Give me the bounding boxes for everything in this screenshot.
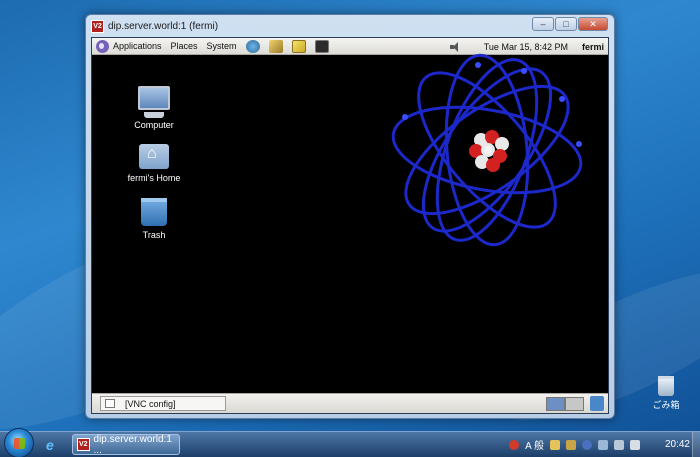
neutron: [495, 137, 509, 151]
desktop-icon-recycle-bin[interactable]: ごみ箱: [646, 376, 686, 411]
trash-icon: [141, 198, 167, 226]
desktop-icon-label: Trash: [142, 230, 166, 240]
home-folder-icon: [139, 144, 169, 169]
close-button[interactable]: ✕: [578, 17, 608, 31]
maximize-button[interactable]: □: [555, 17, 577, 31]
desktop-icon-home[interactable]: fermi's Home: [114, 144, 194, 183]
taskbar-button-vnc[interactable]: V2 dip.server.world:1 ...: [72, 433, 180, 456]
workspace-2[interactable]: [565, 397, 584, 411]
nucleus-highlight: [484, 146, 492, 154]
window-title: dip.server.world:1 (fermi): [108, 20, 219, 32]
electron: [521, 68, 527, 74]
vnc-app-icon: V2: [77, 438, 90, 451]
system-tray: A 般: [509, 437, 640, 452]
workspace-1[interactable]: [546, 397, 565, 411]
proton: [486, 158, 500, 172]
desktop-icon-trash[interactable]: Trash: [114, 198, 194, 240]
task-label: [VNC config]: [125, 398, 176, 409]
host-clock[interactable]: 20:42: [665, 439, 690, 450]
gnome-bottom-panel: [VNC config]: [92, 393, 608, 413]
trash-applet-icon[interactable]: [590, 396, 604, 411]
host-taskbar: e V2 dip.server.world:1 ... A 般 20:42: [0, 428, 700, 457]
electron: [576, 141, 582, 147]
recycle-bin-icon: [658, 376, 674, 396]
desktop-icon-label: Computer: [134, 120, 174, 130]
computer-icon: [138, 86, 170, 118]
task-label: dip.server.world:1 ...: [93, 433, 172, 456]
desktop-icon-label: ごみ箱: [652, 400, 680, 410]
nucleus: [469, 130, 509, 172]
taskbar-button-vnc-config[interactable]: [VNC config]: [100, 396, 226, 411]
window-titlebar[interactable]: V2 dip.server.world:1 (fermi) – □ ✕: [86, 15, 614, 37]
ime-indicator[interactable]: A 般: [525, 437, 544, 452]
desktop-icon-label: fermi's Home: [127, 173, 181, 183]
window-icon: [105, 399, 115, 408]
show-desktop-button[interactable]: [692, 432, 700, 457]
vnc-viewer-window: V2 dip.server.world:1 (fermi) – □ ✕ Appl…: [85, 14, 615, 419]
internet-explorer-icon[interactable]: e: [46, 437, 54, 453]
alert-icon[interactable]: [509, 439, 520, 450]
volume-tray-icon[interactable]: [630, 439, 640, 450]
vnc-app-icon: V2: [91, 19, 104, 33]
network-icon[interactable]: [614, 439, 624, 450]
start-button[interactable]: [4, 428, 34, 457]
window-controls: – □ ✕: [532, 17, 608, 31]
help-icon[interactable]: [582, 439, 592, 450]
ime-settings-icon[interactable]: [598, 439, 608, 450]
remote-desktop[interactable]: Applications Places System Tue Mar 15, 8…: [91, 37, 609, 414]
ime-tool-icon[interactable]: [550, 439, 560, 450]
desktop-icon-computer[interactable]: Computer: [114, 86, 194, 130]
electron: [402, 114, 408, 120]
minimize-button[interactable]: –: [532, 17, 554, 31]
electron: [559, 96, 565, 102]
workspace-switcher: [546, 397, 584, 411]
ime-dictionary-icon[interactable]: [566, 439, 576, 450]
electron: [475, 62, 481, 68]
